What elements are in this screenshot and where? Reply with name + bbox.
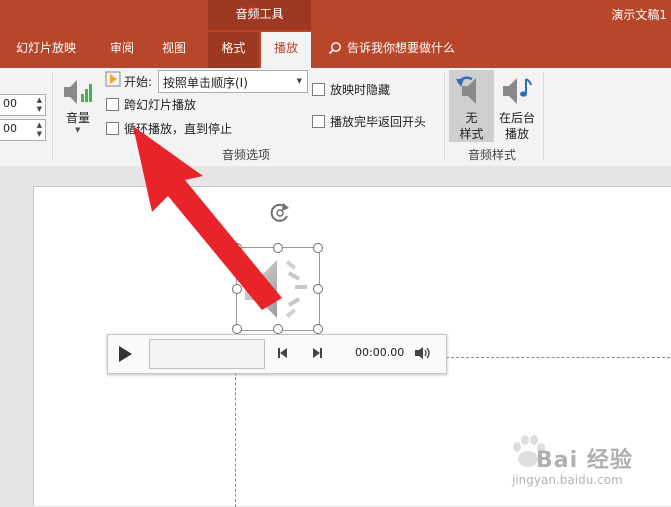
watermark-url: jingyan.baidu.com [512,473,623,487]
annotation-arrow [133,126,282,310]
watermark-text: Bai 经验 [536,448,633,473]
